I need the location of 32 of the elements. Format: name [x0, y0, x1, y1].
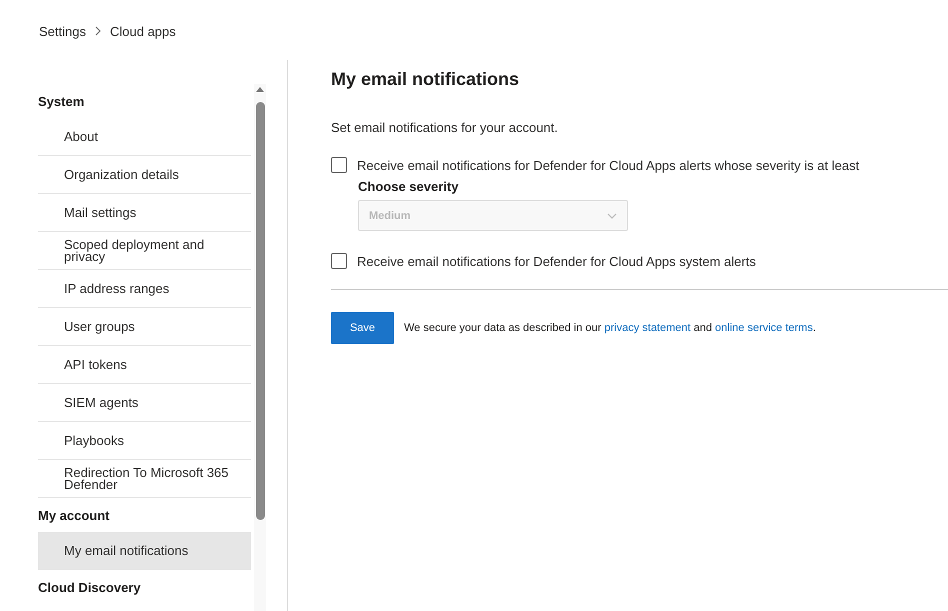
sidebar-item[interactable]: About — [38, 118, 251, 156]
chevron-down-icon — [607, 212, 617, 218]
sidebar-item[interactable]: Scoped deployment and privacy — [38, 232, 251, 270]
checkbox[interactable] — [331, 157, 347, 173]
sidebar-item[interactable]: Mail settings — [38, 194, 251, 232]
description-text: Set email notifications for your account. — [331, 120, 559, 135]
page-title: My email notifications — [331, 69, 520, 90]
breadcrumb-link[interactable]: Cloud apps — [110, 24, 176, 38]
text-link[interactable]: privacy statement — [604, 322, 691, 334]
nav-group-heading: System — [38, 92, 86, 111]
sidebar-item[interactable]: My email notifications — [38, 532, 251, 570]
chevron-icon — [94, 26, 101, 36]
sidebar-item[interactable]: User groups — [38, 308, 251, 346]
save-button[interactable]: Save — [331, 312, 394, 344]
nav-group-heading: My account — [38, 506, 111, 525]
sidebar-item[interactable]: SIEM agents — [38, 384, 251, 422]
checkbox-label: Receive email notifications for Defender for Cloud Apps system alerts — [357, 254, 756, 268]
scrollbar[interactable] — [254, 84, 266, 611]
sidebar-item[interactable]: Redirection To Microsoft 365 Defender — [38, 460, 251, 498]
privacy-notice: We secure your data as described in our privacy statement and online service terms. — [404, 322, 816, 334]
breadcrumb-link[interactable]: Settings — [39, 24, 86, 38]
text-link[interactable]: online service terms — [715, 322, 813, 334]
sidebar-item[interactable]: IP address ranges — [38, 270, 251, 308]
checkbox[interactable] — [331, 253, 347, 269]
sidebar-item[interactable]: API tokens — [38, 346, 251, 384]
sidebar-item[interactable]: Playbooks — [38, 422, 251, 460]
scrollbar-thumb[interactable] — [256, 102, 264, 520]
checkbox-label: Receive email notifications for Defender for Cloud Apps alerts whose severity is at least — [357, 158, 860, 172]
scroll-up-icon[interactable] — [256, 87, 264, 92]
field-label: Choose severity — [358, 179, 460, 194]
sidebar-item[interactable]: Organization details — [38, 156, 251, 194]
nav-group-heading: Cloud Discovery — [38, 578, 142, 597]
